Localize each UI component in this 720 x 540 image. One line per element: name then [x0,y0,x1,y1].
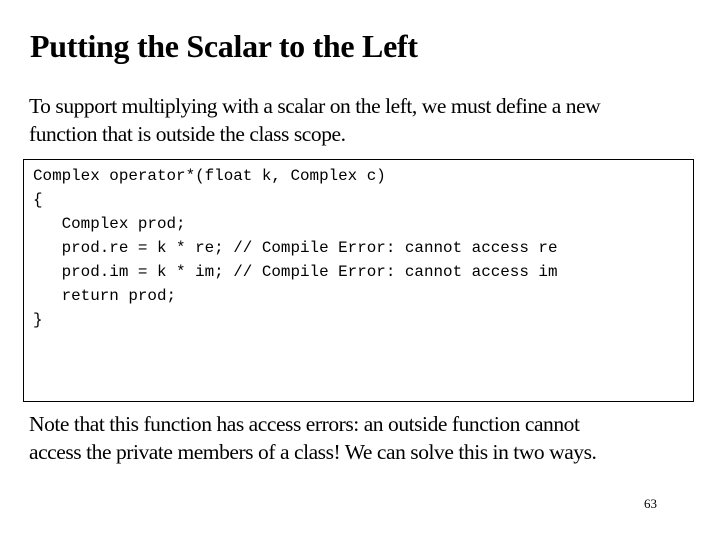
code-line: prod.re = k * re; // Compile Error: cann… [33,239,558,257]
intro-paragraph: To support multiplying with a scalar on … [29,92,719,148]
note-line: Note that this function has access error… [29,412,580,436]
code-line: Complex operator*(float k, Complex c) [33,167,386,185]
code-listing: Complex operator*(float k, Complex c) { C… [33,164,557,332]
note-paragraph: Note that this function has access error… [29,410,719,466]
code-line: Complex prod; [33,215,186,233]
code-line: prod.im = k * im; // Compile Error: cann… [33,263,558,281]
code-line: return prod; [33,287,177,305]
intro-line: To support multiplying with a scalar on … [29,94,601,118]
code-line: } [33,311,43,329]
slide-title: Putting the Scalar to the Left [30,28,418,64]
note-line: access the private members of a class! W… [29,440,597,464]
intro-line: function that is outside the class scope… [29,122,346,146]
code-line: { [33,191,43,209]
page-number: 63 [644,496,657,511]
code-block: Complex operator*(float k, Complex c) { C… [23,159,694,402]
